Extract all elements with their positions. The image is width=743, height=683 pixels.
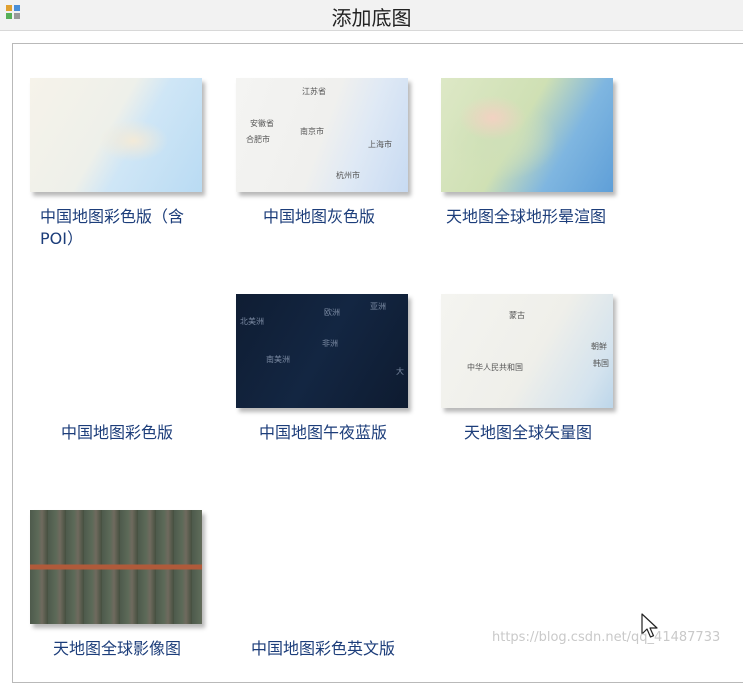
- map-label: 南京市: [300, 127, 324, 136]
- map-label: 北美洲: [240, 317, 264, 326]
- map-label: 南美洲: [266, 355, 290, 364]
- basemap-label: 中国地图彩色版: [60, 423, 173, 442]
- map-label: 韩国: [593, 359, 609, 368]
- map-label: 非洲: [322, 339, 338, 348]
- basemap-label: 中国地图灰色版: [262, 207, 375, 226]
- basemap-thumbnail: 江苏省 安徽省 合肥市 南京市 上海市 杭州市: [236, 78, 408, 192]
- map-label: 欧洲: [324, 308, 340, 317]
- map-label: 蒙古: [509, 311, 525, 320]
- map-label: 亚洲: [370, 302, 386, 311]
- basemap-label: 中国地图午夜蓝版: [258, 423, 387, 442]
- title-bar: 添加底图: [0, 0, 743, 31]
- basemap-thumbnail: 北美洲 欧洲 亚洲 非洲 南美洲 大: [236, 294, 408, 408]
- basemap-thumbnail: [30, 78, 202, 192]
- basemap-label: 中国地图彩色版（含POI）: [40, 207, 185, 248]
- map-label: 上海市: [368, 140, 392, 149]
- map-label: 合肥市: [246, 135, 270, 144]
- map-label: 中华人民共和国: [467, 363, 523, 372]
- basemap-thumbnail: [441, 78, 613, 192]
- basemap-thumbnail: 蒙古 中华人民共和国 朝鲜 韩国: [441, 294, 613, 408]
- basemap-thumbnail: [30, 510, 202, 624]
- window-title: 添加底图: [331, 6, 412, 30]
- map-label: 杭州市: [336, 171, 360, 180]
- map-label: 大: [396, 367, 404, 376]
- watermark: https://blog.csdn.net/qq_41487733: [492, 630, 721, 645]
- map-label: 安徽省: [250, 119, 274, 128]
- map-label: 朝鲜: [591, 342, 607, 351]
- basemap-label: 天地图全球地形晕渲图: [445, 207, 606, 226]
- map-label: 江苏省: [302, 87, 326, 96]
- basemap-label: 天地图全球矢量图: [463, 423, 592, 442]
